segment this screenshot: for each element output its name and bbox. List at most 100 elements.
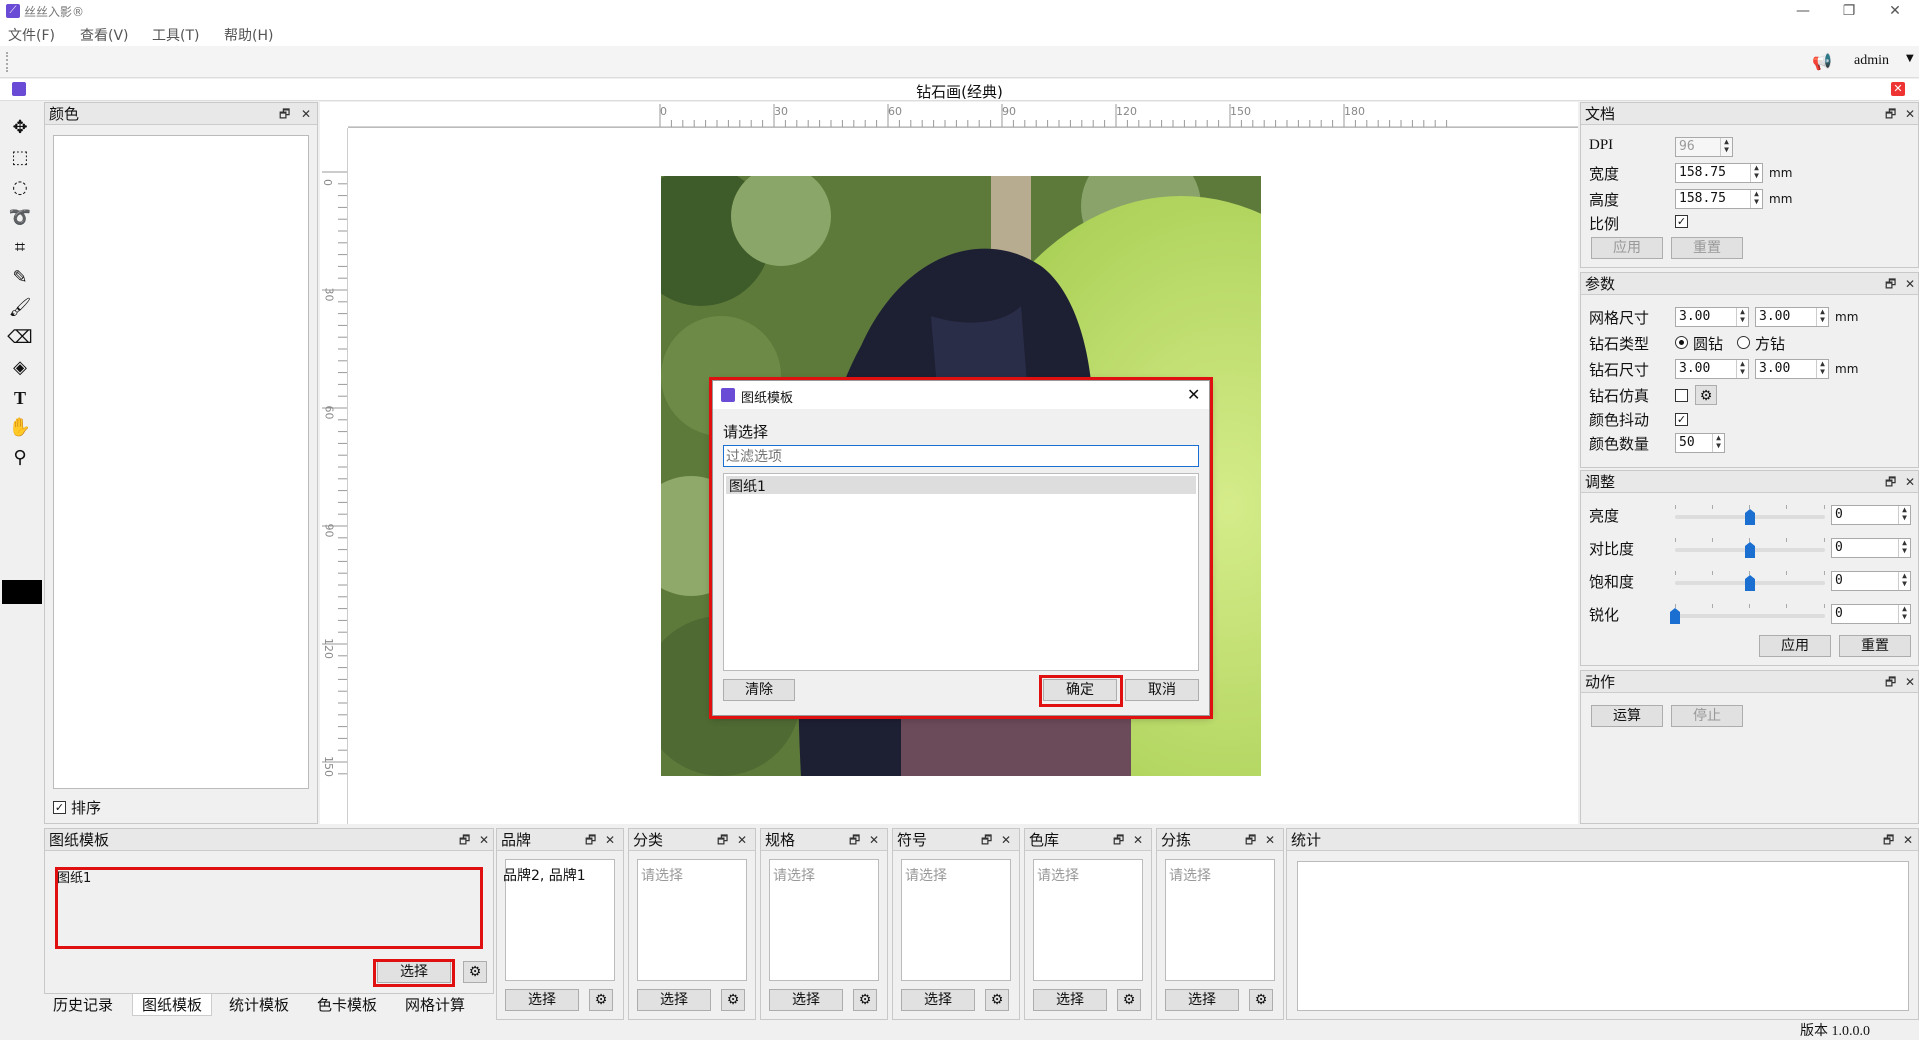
clear-button[interactable]: 清除: [723, 679, 795, 701]
close-icon[interactable]: ✕: [1905, 671, 1915, 693]
spin-arrows-icon[interactable]: ▲ ▼: [1712, 434, 1724, 452]
round-radio[interactable]: [1675, 336, 1688, 349]
size-width-input[interactable]: 3.00 ▲ ▼: [1675, 359, 1749, 379]
float-icon[interactable]: 🗗: [849, 829, 860, 851]
adjust-slider-thumb[interactable]: [1745, 542, 1755, 558]
width-input[interactable]: 158.75 ▲ ▼: [1675, 163, 1763, 183]
spin-arrows-icon[interactable]: ▲ ▼: [1898, 572, 1910, 590]
filter-select-button[interactable]: 选择: [637, 989, 711, 1011]
list-item[interactable]: 图纸1: [726, 476, 1196, 495]
color-swatch[interactable]: [2, 580, 42, 604]
adjust-apply-button[interactable]: 应用: [1759, 635, 1831, 657]
gear-icon[interactable]: ⚙: [1249, 989, 1273, 1011]
float-icon[interactable]: 🗗: [1885, 273, 1896, 295]
tab-history[interactable]: 历史记录: [44, 994, 122, 1016]
gear-icon[interactable]: ⚙: [721, 989, 745, 1011]
ratio-checkbox[interactable]: ✓: [1675, 215, 1688, 228]
gear-icon[interactable]: ⚙: [463, 961, 487, 983]
float-icon[interactable]: 🗗: [1245, 829, 1256, 851]
brush-icon[interactable]: 🖌: [6, 294, 34, 322]
spin-arrows-icon[interactable]: ▲ ▼: [1720, 138, 1732, 156]
spin-arrows-icon[interactable]: ▲ ▼: [1898, 605, 1910, 623]
close-icon[interactable]: ✕: [1265, 829, 1275, 851]
height-input[interactable]: 158.75 ▲ ▼: [1675, 189, 1763, 209]
chevron-down-icon[interactable]: ▼: [1906, 53, 1914, 64]
user-menu[interactable]: admin: [1854, 53, 1889, 69]
template-select-button[interactable]: 选择: [377, 961, 451, 983]
close-document-icon[interactable]: ✕: [1891, 82, 1905, 96]
spin-arrows-icon[interactable]: ▲ ▼: [1898, 539, 1910, 557]
adjust-value-input[interactable]: 0 ▲ ▼: [1831, 505, 1911, 525]
spin-arrows-icon[interactable]: ▲ ▼: [1736, 308, 1748, 326]
close-icon[interactable]: ✕: [1905, 103, 1915, 125]
run-button[interactable]: 运算: [1591, 705, 1663, 727]
grid-width-input[interactable]: 3.00 ▲ ▼: [1675, 307, 1749, 327]
close-icon[interactable]: ✕: [1001, 829, 1011, 851]
filter-select-button[interactable]: 选择: [1165, 989, 1239, 1011]
adjust-slider-thumb[interactable]: [1745, 509, 1755, 525]
gear-icon[interactable]: ⚙: [985, 989, 1009, 1011]
adjust-reset-button[interactable]: 重置: [1839, 635, 1911, 657]
gear-icon[interactable]: ⚙: [1695, 385, 1717, 405]
float-icon[interactable]: 🗗: [717, 829, 728, 851]
cancel-button[interactable]: 取消: [1125, 679, 1199, 701]
minimize-icon[interactable]: —: [1780, 0, 1826, 22]
adjust-slider-thumb[interactable]: [1670, 608, 1680, 624]
ok-button[interactable]: 确定: [1043, 679, 1117, 701]
spin-arrows-icon[interactable]: ▲ ▼: [1750, 164, 1762, 182]
text-tool-icon[interactable]: T: [6, 384, 34, 412]
close-icon[interactable]: ✕: [1133, 829, 1143, 851]
grid-height-input[interactable]: 3.00 ▲ ▼: [1755, 307, 1829, 327]
eraser-icon[interactable]: ⌫: [6, 324, 34, 352]
size-height-input[interactable]: 3.00 ▲ ▼: [1755, 359, 1829, 379]
filter-input[interactable]: [723, 445, 1199, 467]
float-icon[interactable]: 🗗: [1113, 829, 1124, 851]
filter-select-button[interactable]: 选择: [769, 989, 843, 1011]
close-icon[interactable]: ✕: [1903, 829, 1913, 851]
adjust-value-input[interactable]: 0 ▲ ▼: [1831, 571, 1911, 591]
float-icon[interactable]: 🗗: [981, 829, 992, 851]
tab-stats-template[interactable]: 统计模板: [220, 994, 298, 1016]
spin-arrows-icon[interactable]: ▲ ▼: [1898, 506, 1910, 524]
spin-arrows-icon[interactable]: ▲ ▼: [1816, 308, 1828, 326]
filter-select-button[interactable]: 选择: [505, 989, 579, 1011]
float-icon[interactable]: 🗗: [585, 829, 596, 851]
adjust-slider-thumb[interactable]: [1745, 575, 1755, 591]
close-icon[interactable]: ✕: [1872, 0, 1918, 22]
hand-icon[interactable]: ✋: [6, 414, 34, 442]
dialog-close-icon[interactable]: ✕: [1187, 385, 1200, 404]
square-radio[interactable]: [1737, 336, 1750, 349]
float-icon[interactable]: 🗗: [1883, 829, 1894, 851]
megaphone-icon[interactable]: 📢: [1812, 52, 1832, 71]
option-list[interactable]: 图纸1: [723, 473, 1199, 671]
adjust-value-input[interactable]: 0 ▲ ▼: [1831, 538, 1911, 558]
float-icon[interactable]: 🗗: [459, 829, 470, 851]
spin-arrows-icon[interactable]: ▲ ▼: [1750, 190, 1762, 208]
color-list[interactable]: [53, 135, 309, 789]
menu-help[interactable]: 帮助(H): [224, 25, 273, 45]
spin-arrows-icon[interactable]: ▲ ▼: [1816, 360, 1828, 378]
zoom-icon[interactable]: ⚲: [6, 444, 34, 472]
gear-icon[interactable]: ⚙: [589, 989, 613, 1011]
tab-grid-calc[interactable]: 网格计算: [396, 994, 474, 1016]
close-icon[interactable]: ✕: [1905, 273, 1915, 295]
color-count-input[interactable]: 50 ▲ ▼: [1675, 433, 1725, 453]
restore-icon[interactable]: ❐: [1826, 0, 1872, 22]
spin-arrows-icon[interactable]: ▲ ▼: [1736, 360, 1748, 378]
close-icon[interactable]: ✕: [869, 829, 879, 851]
lasso-icon[interactable]: ➰: [6, 204, 34, 232]
close-icon[interactable]: ✕: [301, 103, 311, 125]
menu-tools[interactable]: 工具(T): [152, 25, 199, 45]
close-icon[interactable]: ✕: [1905, 471, 1915, 493]
close-icon[interactable]: ✕: [479, 829, 489, 851]
adjust-slider-track[interactable]: [1675, 614, 1825, 618]
menu-file[interactable]: 文件(F): [8, 25, 55, 45]
ellipse-select-icon[interactable]: ◌: [6, 174, 34, 202]
float-icon[interactable]: 🗗: [279, 103, 290, 125]
doc-apply-button[interactable]: 应用: [1591, 237, 1663, 259]
menu-view[interactable]: 查看(V): [80, 25, 129, 45]
filter-select-button[interactable]: 选择: [901, 989, 975, 1011]
close-icon[interactable]: ✕: [605, 829, 615, 851]
float-icon[interactable]: 🗗: [1885, 103, 1896, 125]
float-icon[interactable]: 🗗: [1885, 471, 1896, 493]
